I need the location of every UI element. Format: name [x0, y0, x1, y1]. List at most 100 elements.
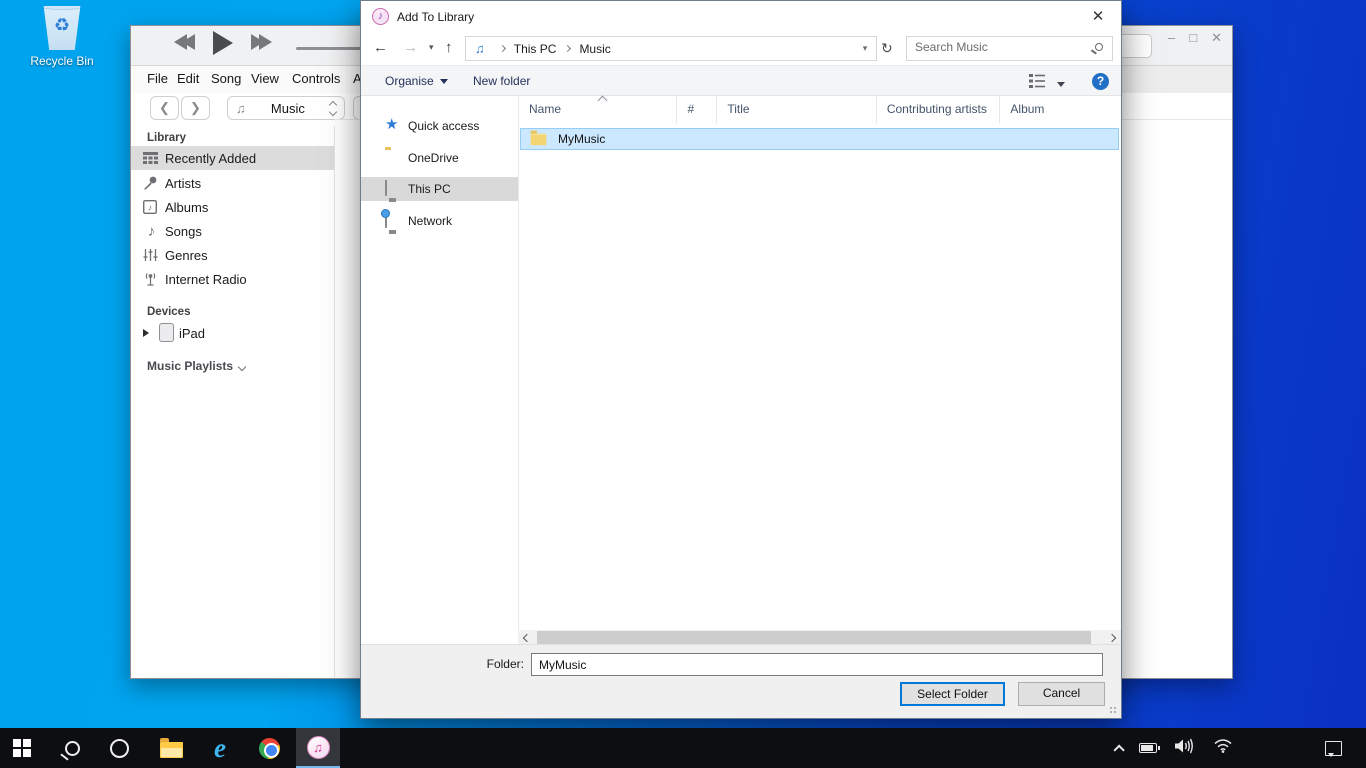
internet-explorer-button[interactable]: e: [198, 728, 242, 768]
devices-header: Devices: [147, 306, 190, 318]
breadcrumb-this-pc[interactable]: This PC: [514, 42, 557, 56]
column-title[interactable]: Title: [717, 96, 876, 123]
recycle-bin-icon: ♻: [42, 6, 82, 50]
sidebar-item-ipad[interactable]: iPad: [131, 321, 334, 345]
ipad-icon: [159, 323, 174, 342]
file-list: Name # Title Contributing artists Album …: [518, 96, 1121, 646]
microphone-icon: [143, 176, 160, 190]
action-center-button[interactable]: [1325, 728, 1342, 768]
itunes-taskbar-button[interactable]: ♫: [296, 728, 340, 768]
itunes-icon: ♫: [307, 736, 330, 759]
sidebar-item-recently-added[interactable]: Recently Added: [131, 146, 334, 170]
menu-file[interactable]: File: [147, 71, 168, 86]
system-tray: [1113, 728, 1233, 768]
up-arrow-icon[interactable]: ↑: [445, 39, 453, 56]
sidebar-item-network[interactable]: Network: [361, 209, 518, 233]
dialog-command-bar: Organise New folder ?: [361, 65, 1121, 96]
sidebar-item-this-pc[interactable]: This PC: [361, 177, 518, 201]
resize-grip[interactable]: [1109, 706, 1118, 715]
file-explorer-button[interactable]: [149, 728, 193, 768]
dialog-nav-bar: ← → ▾ ↑ ♫ This PC Music ▾ ↻: [361, 32, 1121, 65]
sidebar-item-internet-radio[interactable]: Internet Radio: [131, 267, 334, 291]
sort-ascending-icon: [598, 96, 608, 106]
address-dropdown-chevron-icon[interactable]: ▾: [854, 43, 876, 54]
itunes-minimize-button[interactable]: –: [1168, 30, 1175, 46]
chevron-updown-icon: [330, 102, 336, 115]
itunes-close-button[interactable]: ✕: [1211, 30, 1222, 46]
play-button[interactable]: [213, 31, 233, 55]
select-folder-button[interactable]: Select Folder: [900, 682, 1005, 706]
cortana-icon: [110, 739, 129, 758]
music-note-icon: ♫: [236, 101, 246, 116]
music-playlists-header[interactable]: Music Playlists: [147, 359, 245, 373]
search-box[interactable]: [906, 36, 1113, 61]
fast-forward-button[interactable]: [251, 34, 272, 50]
dialog-sidebar: ★ Quick access OneDrive This PC Network: [361, 96, 518, 646]
search-icon: [1095, 43, 1103, 51]
folder-name-input[interactable]: [531, 653, 1103, 676]
sidebar-item-quick-access[interactable]: ★ Quick access: [361, 114, 518, 138]
column-album[interactable]: Album: [1000, 96, 1121, 123]
chrome-button[interactable]: [247, 728, 291, 768]
taskbar-search-button[interactable]: [50, 728, 94, 768]
file-explorer-icon: [160, 742, 183, 758]
internet-explorer-icon: e: [214, 737, 226, 759]
dialog-close-button[interactable]: ✕: [1087, 7, 1109, 25]
back-arrow-icon[interactable]: ←: [373, 39, 388, 56]
sidebar-item-albums[interactable]: ♪ Albums: [131, 195, 334, 219]
menu-controls[interactable]: Controls: [292, 71, 340, 86]
itunes-maximize-button[interactable]: □: [1189, 30, 1197, 46]
start-button[interactable]: [0, 728, 44, 768]
help-button[interactable]: ?: [1092, 73, 1109, 90]
itunes-nav-row: ❮ ❯ ♫ Music: [131, 93, 334, 126]
forward-arrow-icon[interactable]: →: [403, 39, 418, 56]
organise-button[interactable]: Organise: [385, 74, 448, 88]
menu-view[interactable]: View: [251, 71, 279, 86]
sidebar-item-songs[interactable]: ♪ Songs: [131, 219, 334, 243]
sidebar-item-genres[interactable]: Genres: [131, 243, 334, 267]
view-dropdown-triangle-icon: [1057, 82, 1065, 91]
search-input[interactable]: [915, 40, 1080, 54]
column-headers: Name # Title Contributing artists Album: [519, 96, 1121, 123]
recycle-bin[interactable]: ♻ Recycle Bin: [18, 6, 106, 68]
volume-icon[interactable]: [1175, 738, 1195, 758]
rewind-button[interactable]: [174, 34, 195, 50]
antenna-icon: [143, 272, 160, 286]
column-number[interactable]: #: [677, 96, 717, 123]
album-icon: ♪: [143, 200, 160, 214]
wifi-icon[interactable]: [1213, 738, 1233, 758]
column-contributing-artists[interactable]: Contributing artists: [877, 96, 1001, 123]
add-to-library-dialog: ♪ Add To Library ✕ ← → ▾ ↑ ♫ This PC Mus…: [360, 0, 1122, 719]
details-view-icon: [1029, 74, 1046, 88]
desktop: ♻ Recycle Bin – □ ✕ File Edit Song: [0, 0, 1366, 768]
cancel-button[interactable]: Cancel: [1018, 682, 1105, 706]
address-bar[interactable]: ♫ This PC Music ▾: [465, 36, 877, 61]
network-icon: [385, 212, 387, 228]
sidebar-item-artists[interactable]: Artists: [131, 171, 334, 195]
disclosure-triangle-icon[interactable]: [143, 329, 153, 337]
dialog-title-bar[interactable]: ♪ Add To Library ✕: [361, 1, 1121, 32]
cortana-button[interactable]: [97, 728, 141, 768]
recent-locations-chevron-icon[interactable]: ▾: [429, 42, 434, 53]
battery-icon[interactable]: [1139, 743, 1157, 753]
taskbar: e ♫: [0, 728, 1366, 768]
breadcrumb-music[interactable]: Music: [579, 42, 610, 56]
itunes-back-button[interactable]: ❮: [150, 96, 179, 120]
dialog-title: Add To Library: [397, 10, 474, 24]
menu-edit[interactable]: Edit: [177, 71, 199, 86]
change-view-button[interactable]: [1029, 74, 1046, 93]
column-name[interactable]: Name: [519, 96, 677, 123]
refresh-icon[interactable]: ↻: [881, 40, 893, 57]
chevron-down-icon: [238, 363, 246, 371]
menu-song[interactable]: Song: [211, 71, 241, 86]
chrome-icon: [259, 738, 280, 759]
new-folder-button[interactable]: New folder: [473, 74, 530, 88]
sidebar-item-onedrive[interactable]: OneDrive: [361, 146, 518, 170]
folder-field-label: Folder:: [361, 657, 524, 671]
scrollbar-thumb[interactable]: [537, 631, 1091, 645]
media-kind-selector[interactable]: ♫ Music: [227, 96, 345, 120]
hidden-icons-chevron[interactable]: [1113, 744, 1124, 755]
itunes-forward-button[interactable]: ❯: [181, 96, 210, 120]
file-row-mymusic[interactable]: MyMusic: [520, 128, 1119, 150]
faders-icon: [143, 248, 160, 262]
